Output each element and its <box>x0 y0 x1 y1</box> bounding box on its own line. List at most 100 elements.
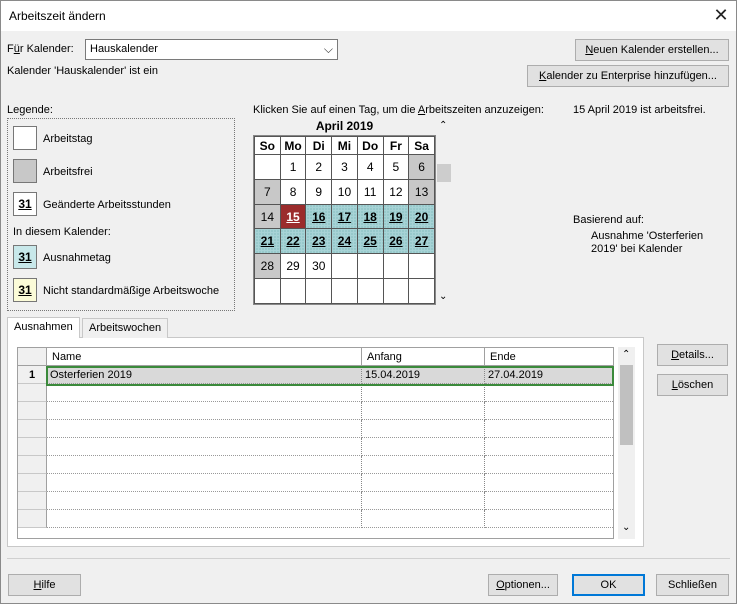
cell-end[interactable] <box>485 474 613 492</box>
calendar-day[interactable]: 2 <box>305 154 333 180</box>
calendar-day[interactable]: 27 <box>408 228 435 255</box>
table-row[interactable] <box>18 492 613 510</box>
close-icon[interactable]: ✕ <box>711 5 731 25</box>
scroll-down-icon[interactable]: ⌄ <box>622 522 630 533</box>
row-header[interactable] <box>18 456 47 474</box>
cell-end[interactable] <box>485 510 613 528</box>
scroll-up-icon[interactable]: ⌃ <box>622 349 630 360</box>
row-header[interactable]: 1 <box>18 366 47 384</box>
cell-start[interactable] <box>362 456 485 474</box>
cell-end[interactable]: 27.04.2019 <box>485 366 613 384</box>
cell-name[interactable] <box>47 510 362 528</box>
details-button[interactable]: Details... <box>657 344 728 366</box>
calendar-day[interactable]: 6 <box>408 154 435 180</box>
cell-end[interactable] <box>485 420 613 438</box>
tab-exceptions[interactable]: Ausnahmen <box>7 317 80 338</box>
column-header-end[interactable]: Ende <box>485 348 613 366</box>
cell-name[interactable] <box>47 474 362 492</box>
cell-name[interactable] <box>47 384 362 402</box>
column-header-name[interactable]: Name <box>47 348 362 366</box>
cell-start[interactable] <box>362 438 485 456</box>
calendar-day[interactable]: 8 <box>279 178 307 205</box>
table-row[interactable] <box>18 384 613 402</box>
calendar-select[interactable]: Hauskalender ⌵ <box>85 39 338 60</box>
calendar-day[interactable]: 23 <box>305 228 333 255</box>
delete-button[interactable]: Löschen <box>657 374 728 396</box>
table-row[interactable] <box>18 420 613 438</box>
cell-start[interactable] <box>362 384 485 402</box>
calendar-day[interactable]: 14 <box>254 203 281 230</box>
cell-name[interactable] <box>47 402 362 420</box>
calendar-day[interactable]: 16 <box>305 203 333 230</box>
table-scroll-thumb[interactable] <box>620 365 633 445</box>
row-header[interactable] <box>18 420 47 438</box>
calendar-scrollbar[interactable]: ⌃ ⌄ <box>437 120 451 305</box>
cell-end[interactable] <box>485 384 613 402</box>
row-header[interactable] <box>18 510 47 528</box>
calendar-day[interactable]: 25 <box>356 228 384 255</box>
calendar-scroll-thumb[interactable] <box>437 164 451 182</box>
calendar-day[interactable]: 28 <box>254 253 281 280</box>
calendar-day[interactable]: 11 <box>356 178 384 205</box>
row-header[interactable] <box>18 474 47 492</box>
calendar-day[interactable]: 10 <box>331 178 358 205</box>
help-button[interactable]: Hilfe <box>8 574 81 596</box>
cell-name[interactable] <box>47 456 362 474</box>
cell-start[interactable]: 15.04.2019 <box>362 366 485 384</box>
new-calendar-button[interactable]: Neuen Kalender erstellen... <box>575 39 729 61</box>
cell-end[interactable] <box>485 492 613 510</box>
calendar-day[interactable]: 20 <box>408 203 435 230</box>
calendar-day[interactable]: 24 <box>331 228 358 255</box>
cell-start[interactable] <box>362 474 485 492</box>
cell-name[interactable] <box>47 438 362 456</box>
ok-button[interactable]: OK <box>572 574 645 596</box>
calendar-day[interactable]: 21 <box>254 228 281 255</box>
exceptions-table[interactable]: Name Anfang Ende 1 Osterferien 2019 15.04.… <box>17 347 614 539</box>
cell-name[interactable] <box>47 492 362 510</box>
calendar-day[interactable]: 18 <box>356 203 384 230</box>
calendar-grid[interactable]: So Mo Di Mi Do Fr Sa 1 2 3 4 5 6 7 8 9 10 11 12 13 14 15 16 17… <box>253 135 436 305</box>
calendar-day[interactable]: 19 <box>382 203 410 230</box>
add-to-enterprise-button[interactable]: Kalender zu Enterprise hinzufügen... <box>527 65 729 87</box>
row-header[interactable] <box>18 402 47 420</box>
scroll-up-icon[interactable]: ⌃ <box>439 120 447 131</box>
calendar-day[interactable]: 13 <box>408 178 435 205</box>
calendar-day[interactable]: 3 <box>331 154 358 180</box>
calendar-day[interactable]: 4 <box>356 154 384 180</box>
cell-end[interactable] <box>485 402 613 420</box>
table-row[interactable] <box>18 438 613 456</box>
calendar-day[interactable]: 9 <box>305 178 333 205</box>
row-header[interactable] <box>18 492 47 510</box>
column-header-start[interactable]: Anfang <box>362 348 485 366</box>
calendar-day[interactable]: 17 <box>331 203 358 230</box>
options-button[interactable]: Optionen... <box>488 574 558 596</box>
table-scrollbar[interactable]: ⌃ ⌄ <box>618 347 635 539</box>
cell-end[interactable] <box>485 456 613 474</box>
calendar-day[interactable]: 30 <box>305 253 333 280</box>
close-button[interactable]: Schließen <box>656 574 729 596</box>
tab-work-weeks[interactable]: Arbeitswochen <box>82 318 169 338</box>
calendar-day[interactable]: 12 <box>382 178 410 205</box>
cell-name[interactable]: Osterferien 2019 <box>47 366 362 384</box>
table-row[interactable] <box>18 474 613 492</box>
calendar-day[interactable]: 5 <box>382 154 410 180</box>
cell-start[interactable] <box>362 402 485 420</box>
row-header[interactable] <box>18 438 47 456</box>
calendar-day[interactable]: 15 <box>279 203 307 230</box>
calendar-day[interactable]: 7 <box>254 178 281 205</box>
table-row[interactable]: 1 Osterferien 2019 15.04.2019 27.04.2019 <box>18 366 613 384</box>
table-row[interactable] <box>18 456 613 474</box>
cell-start[interactable] <box>362 510 485 528</box>
cell-start[interactable] <box>362 420 485 438</box>
cell-name[interactable] <box>47 420 362 438</box>
row-header[interactable] <box>18 384 47 402</box>
cell-end[interactable] <box>485 438 613 456</box>
cell-start[interactable] <box>362 492 485 510</box>
calendar-day[interactable]: 26 <box>382 228 410 255</box>
table-row[interactable] <box>18 510 613 528</box>
calendar-day[interactable]: 1 <box>279 154 307 180</box>
calendar-day[interactable]: 22 <box>279 228 307 255</box>
calendar-day[interactable]: 29 <box>279 253 307 280</box>
scroll-down-icon[interactable]: ⌄ <box>439 291 447 302</box>
table-row[interactable] <box>18 402 613 420</box>
